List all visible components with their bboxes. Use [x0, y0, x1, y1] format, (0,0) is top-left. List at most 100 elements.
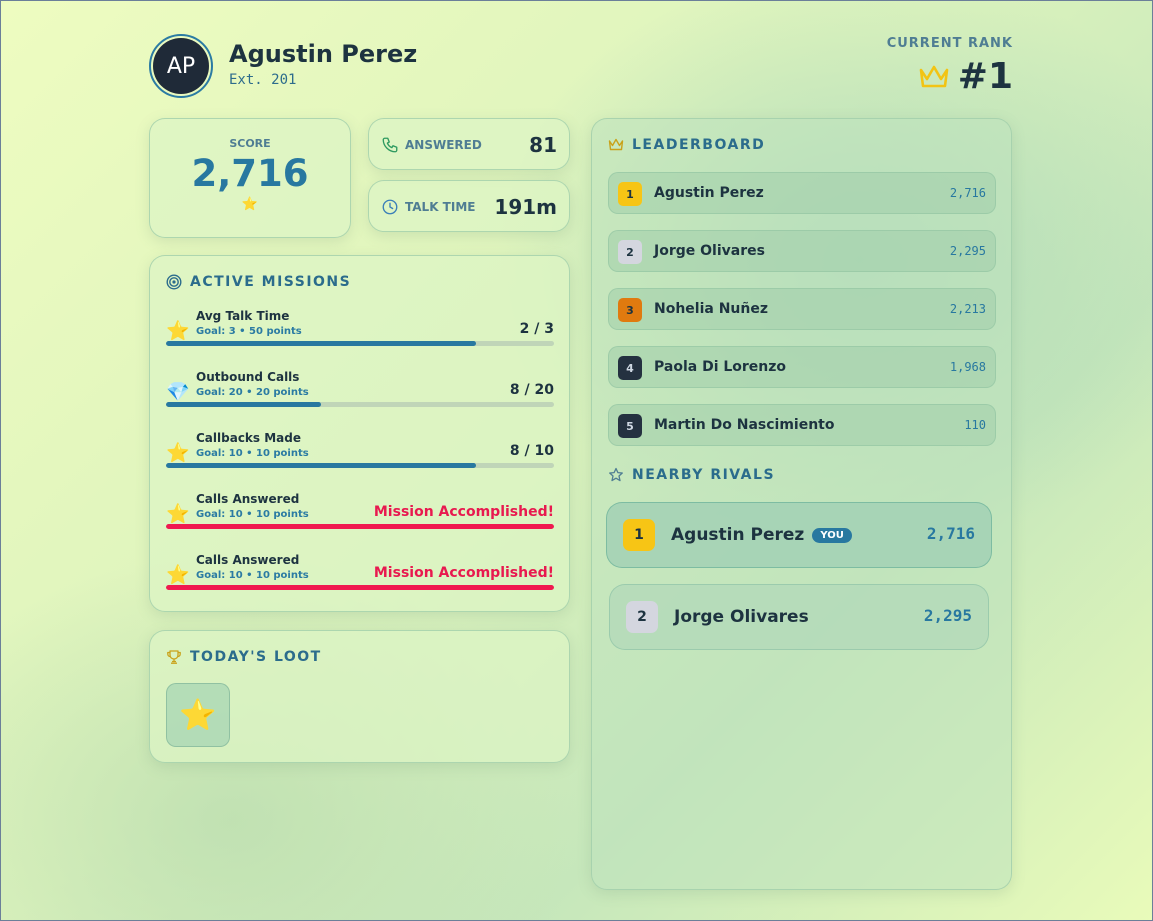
mission-progress-fill	[166, 463, 477, 468]
mission-goal: Goal: 10 • 10 points	[196, 448, 309, 459]
crown-icon	[919, 65, 949, 87]
avatar: AP	[149, 34, 213, 98]
mission-progress-bar	[166, 524, 554, 529]
leaderboard-row[interactable]: 3 Nohelia Nuñez 2,213	[608, 288, 996, 330]
nearby-rivals-title: NEARBY RIVALS	[608, 467, 775, 483]
rank-badge: 3	[618, 298, 642, 322]
mission-progress-fill	[166, 402, 322, 407]
mission-name: Avg Talk Time	[196, 309, 290, 323]
avatar-initials: AP	[153, 38, 209, 94]
you-badge: YOU	[812, 527, 852, 543]
rank-badge: 1	[623, 519, 655, 551]
mission-name: Calls Answered	[196, 553, 300, 567]
leaderboard-row[interactable]: 1 Agustin Perez 2,716	[608, 172, 996, 214]
rank-badge: 2	[618, 240, 642, 264]
mission-item: 💎 Outbound Calls Goal: 20 • 20 points 8 …	[166, 370, 554, 431]
star-icon: ⭐	[166, 320, 190, 342]
active-missions-title-text: ACTIVE MISSIONS	[190, 274, 352, 290]
leaderboard-row[interactable]: 4 Paola Di Lorenzo 1,968	[608, 346, 996, 388]
mission-item: ⭐ Avg Talk Time Goal: 3 • 50 points 2 / …	[166, 309, 554, 370]
profile-header: AP Agustin Perez Ext. 201 CURRENT RANK #…	[149, 34, 1013, 98]
answered-stat-card: ANSWERED 81	[368, 118, 570, 170]
loot-item-star[interactable]: ⭐	[166, 683, 230, 747]
leaderboard-score: 2,716	[949, 186, 986, 200]
mission-progress: 2 / 3	[519, 321, 554, 337]
nearby-rivals-title-text: NEARBY RIVALS	[632, 467, 776, 483]
leaderboard-score: 1,968	[949, 360, 986, 374]
rival-score: 2,295	[923, 606, 972, 625]
phone-icon	[382, 137, 398, 153]
mission-progress: 8 / 20	[509, 382, 554, 398]
score-value: 2,716	[191, 152, 309, 195]
mission-progress-bar	[166, 341, 554, 346]
todays-loot-title: TODAY'S LOOT	[166, 649, 322, 665]
current-rank-label: CURRENT RANK	[886, 36, 1013, 51]
active-missions-card: ACTIVE MISSIONS ⭐ Avg Talk Time Goal: 3 …	[149, 255, 570, 612]
leaderboard-name: Martin Do Nascimiento	[654, 417, 835, 433]
crown-icon	[608, 138, 624, 151]
leaderboard-title-text: LEADERBOARD	[632, 137, 766, 153]
rank-badge: 2	[626, 601, 658, 633]
talk-time-value: 191m	[494, 195, 557, 219]
mission-progress-fill	[166, 341, 477, 346]
score-label: SCORE	[229, 137, 271, 150]
leaderboard-row[interactable]: 2 Jorge Olivares 2,295	[608, 230, 996, 272]
current-rank-value: #1	[957, 56, 1013, 97]
mission-progress-fill	[166, 524, 554, 529]
target-icon	[166, 274, 182, 290]
mission-accomplished-label: Mission Accomplished!	[373, 504, 554, 520]
mission-progress-bar	[166, 585, 554, 590]
rival-name: Agustin Perez	[671, 525, 805, 545]
leaderboard-name: Agustin Perez	[654, 185, 764, 201]
answered-label: ANSWERED	[405, 138, 482, 152]
todays-loot-card: TODAY'S LOOT ⭐	[149, 630, 570, 763]
star-icon: ⭐	[241, 197, 259, 212]
mission-goal: Goal: 3 • 50 points	[196, 326, 302, 337]
mission-accomplished-label: Mission Accomplished!	[373, 565, 554, 581]
leaderboard-name: Jorge Olivares	[654, 243, 765, 259]
leaderboard-card: LEADERBOARD 1 Agustin Perez 2,716 2 Jorg…	[591, 118, 1012, 890]
mission-progress-bar	[166, 402, 554, 407]
rank-badge: 5	[618, 414, 642, 438]
rival-card[interactable]: 2 Jorge Olivares 2,295	[609, 584, 989, 650]
active-missions-title: ACTIVE MISSIONS	[166, 274, 351, 290]
rank-badge: 4	[618, 356, 642, 380]
mission-progress-fill	[166, 585, 554, 590]
star-icon: ⭐	[166, 442, 190, 464]
leaderboard-score: 2,213	[949, 302, 986, 316]
talk-time-stat-card: TALK TIME 191m	[368, 180, 570, 232]
score-card: SCORE 2,716 ⭐	[149, 118, 351, 238]
leaderboard-name: Paola Di Lorenzo	[654, 359, 787, 375]
clock-icon	[382, 199, 398, 215]
current-rank: #1	[918, 56, 1013, 97]
rival-name: Jorge Olivares	[674, 607, 809, 627]
trophy-icon	[167, 650, 181, 664]
leaderboard-name: Nohelia Nuñez	[654, 301, 769, 317]
star-outline-icon	[609, 467, 623, 482]
leaderboard-row[interactable]: 5 Martin Do Nascimiento 110	[608, 404, 996, 446]
mission-progress-bar	[166, 463, 554, 468]
rank-badge: 1	[618, 182, 642, 206]
rival-score: 2,716	[926, 524, 975, 543]
leaderboard-title: LEADERBOARD	[608, 137, 765, 153]
user-extension: Ext. 201	[229, 72, 297, 88]
leaderboard-score: 110	[964, 418, 986, 432]
mission-goal: Goal: 10 • 10 points	[196, 570, 309, 581]
user-name: Agustin Perez	[229, 40, 418, 68]
mission-name: Callbacks Made	[196, 431, 301, 445]
talk-time-label: TALK TIME	[405, 200, 476, 214]
todays-loot-title-text: TODAY'S LOOT	[190, 649, 322, 665]
rival-name-row: Agustin Perez YOU	[671, 525, 852, 545]
mission-item: ⭐ Callbacks Made Goal: 10 • 10 points 8 …	[166, 431, 554, 492]
star-icon: ⭐	[166, 503, 190, 525]
star-icon: ⭐	[166, 564, 190, 586]
mission-progress: 8 / 10	[509, 443, 554, 459]
mission-name: Outbound Calls	[196, 370, 300, 384]
answered-value: 81	[529, 133, 557, 157]
gem-icon: 💎	[166, 381, 190, 403]
rival-card-you[interactable]: 1 Agustin Perez YOU 2,716	[606, 502, 992, 568]
mission-item: ⭐ Calls Answered Goal: 10 • 10 points Mi…	[166, 492, 554, 553]
mission-goal: Goal: 20 • 20 points	[196, 387, 309, 398]
leaderboard-score: 2,295	[949, 244, 986, 258]
mission-goal: Goal: 10 • 10 points	[196, 509, 309, 520]
